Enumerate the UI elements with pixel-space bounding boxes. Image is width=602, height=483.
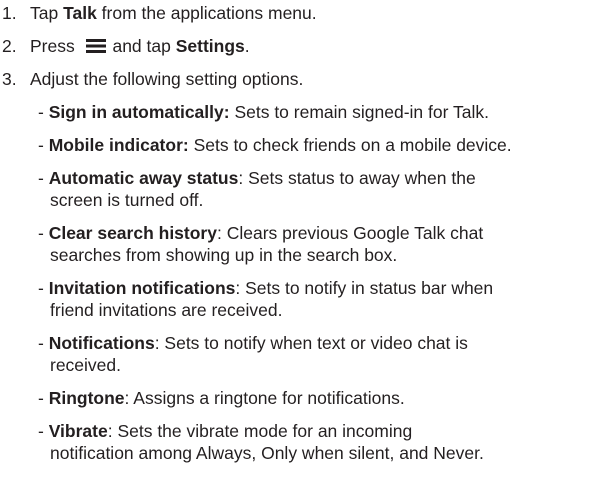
option-vibrate: - Vibrate: Sets the vibrate mode for an … [38, 420, 598, 464]
option-title: Automatic away status [48, 168, 239, 188]
option-description-continued: received. [50, 355, 122, 375]
menu-icon [85, 39, 106, 53]
option-description: : Clears previous Google Talk chat [216, 223, 484, 243]
step-text: Press and tap Settings. [30, 36, 250, 56]
option-description-continued: screen is turned off. [50, 190, 204, 210]
step-2: 2. Press and tap Settings. [0, 35, 250, 57]
option-notifications: - Notifications: Sets to notify when tex… [38, 332, 598, 376]
option-title: Sign in automatically: [48, 102, 230, 122]
step-number: 2. [2, 36, 17, 56]
option-title: Vibrate [48, 421, 108, 441]
settings-label: Settings [175, 36, 245, 56]
step-3: 3. Adjust the following setting options. [0, 68, 303, 90]
option-title: Mobile indicator: [48, 135, 189, 155]
manual-page: 1. Tap Talk from the applications menu. … [0, 0, 602, 483]
option-sign-in-automatically: - Sign in automatically: Sets to remain … [38, 102, 489, 122]
option-description: : Sets to notify when text or video chat… [154, 333, 468, 353]
option-title: Invitation notifications [48, 278, 236, 298]
option-automatic-away-status: - Automatic away status: Sets status to … [38, 167, 598, 211]
option-invitation-notifications: - Invitation notifications: Sets to noti… [38, 277, 598, 321]
option-title: Ringtone [48, 388, 125, 408]
option-description: : Sets status to away when the [238, 168, 476, 188]
talk-app-name: Talk [63, 3, 97, 23]
option-description: Sets to check friends on a mobile device… [188, 135, 512, 155]
option-clear-search-history: - Clear search history: Clears previous … [38, 222, 598, 266]
step-1: 1. Tap Talk from the applications menu. [0, 2, 317, 24]
option-description: : Sets the vibrate mode for an incoming [107, 421, 413, 441]
step-number: 1. [2, 3, 17, 23]
option-description: : Assigns a ringtone for notifications. [124, 388, 405, 408]
option-description-continued: searches from showing up in the search b… [50, 245, 398, 265]
option-description-continued: notification among Always, Only when sil… [50, 443, 484, 463]
option-ringtone: - Ringtone: Assigns a ringtone for notif… [38, 388, 405, 408]
step-text: Tap Talk from the applications menu. [30, 3, 317, 23]
step-number: 3. [2, 69, 17, 89]
option-title: Notifications [48, 333, 155, 353]
option-description: : Sets to notify in status bar when [235, 278, 494, 298]
step-text: Adjust the following setting options. [30, 69, 304, 89]
option-description: Sets to remain signed-in for Talk. [229, 102, 489, 122]
option-mobile-indicator: - Mobile indicator: Sets to check friend… [38, 135, 512, 155]
option-description-continued: friend invitations are received. [50, 300, 283, 320]
option-title: Clear search history [48, 223, 217, 243]
